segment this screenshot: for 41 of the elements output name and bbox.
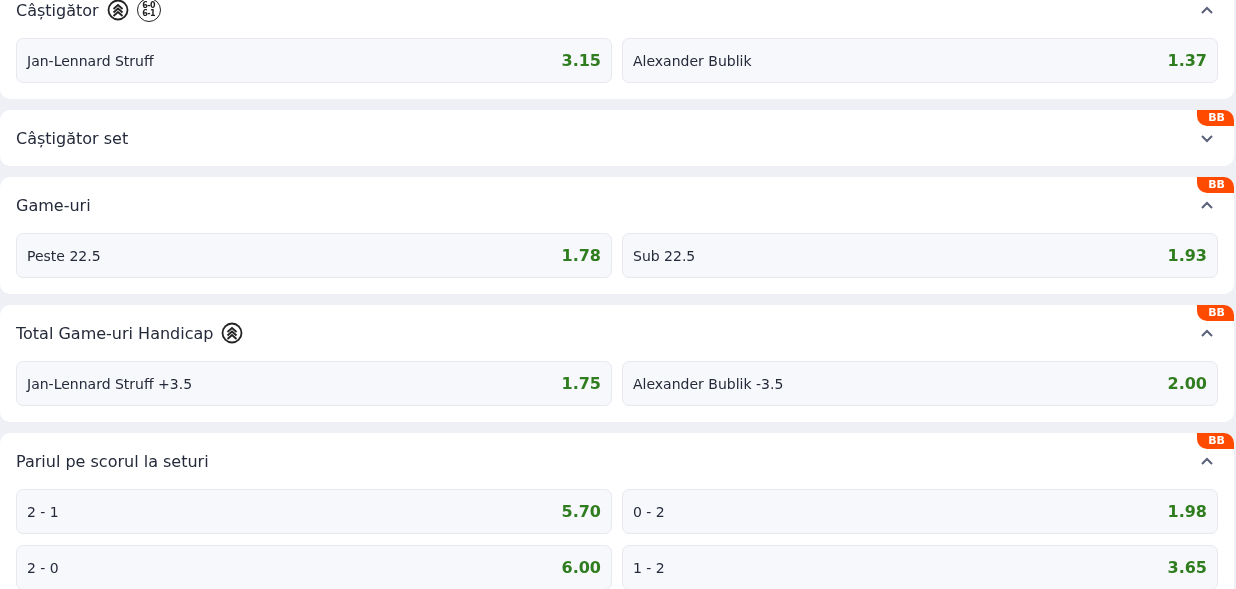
odds-value: 3.15	[561, 51, 601, 70]
odds-value: 6.00	[561, 558, 601, 577]
odds-value: 1.75	[561, 374, 601, 393]
odds-button[interactable]: 0 - 2 1.98	[622, 489, 1218, 534]
market-title: Câștigător	[16, 0, 99, 20]
odds-value: 1.93	[1167, 246, 1207, 265]
selection-label: 2 - 0	[27, 559, 59, 576]
bet-builder-badge: BB	[1197, 177, 1234, 193]
selection-label: 0 - 2	[633, 503, 665, 520]
odds-button[interactable]: Alexander Bublik -3.5 2.00	[622, 361, 1218, 406]
boost-icon	[106, 0, 129, 21]
selection-label: 1 - 2	[633, 559, 665, 576]
selection-label: Alexander Bublik -3.5	[633, 375, 784, 392]
market-title: Câștigător set	[16, 128, 129, 148]
odds-button[interactable]: 1 - 2 3.65	[622, 545, 1218, 589]
selection-label: 2 - 1	[27, 503, 59, 520]
odds-value: 1.78	[561, 246, 601, 265]
odds-value: 1.98	[1167, 502, 1207, 521]
selection-label: Alexander Bublik	[633, 52, 752, 69]
bet-builder-badge: BB	[1197, 433, 1234, 449]
odds-value: 3.65	[1167, 558, 1207, 577]
odds-value: 1.37	[1167, 51, 1207, 70]
odds-value: 2.00	[1167, 374, 1207, 393]
market-title: Total Game-uri Handicap	[16, 323, 214, 343]
odds-value: 5.70	[561, 502, 601, 521]
bet-builder-badge: BB	[1197, 110, 1234, 126]
boost-icon	[221, 322, 244, 344]
odds-button[interactable]: 2 - 1 5.70	[16, 489, 612, 534]
selection-label: Peste 22.5	[27, 247, 101, 264]
odds-button[interactable]: 2 - 0 6.00	[16, 545, 612, 589]
selection-label: Sub 22.5	[633, 247, 696, 264]
odds-button[interactable]: Alexander Bublik 1.37	[622, 38, 1218, 83]
market-title: Game-uri	[16, 195, 91, 215]
odds-button[interactable]: Jan-Lennard Struff 3.15	[16, 38, 612, 83]
odds-button[interactable]: Jan-Lennard Struff +3.5 1.75	[16, 361, 612, 406]
market-title: Pariul pe scorul la seturi	[16, 451, 209, 471]
selection-label: Jan-Lennard Struff	[27, 52, 154, 69]
bet-builder-badge: BB	[1197, 305, 1234, 321]
odds-button[interactable]: Peste 22.5 1.78	[16, 233, 612, 278]
odds-button[interactable]: Sub 22.5 1.93	[622, 233, 1218, 278]
selection-label: Jan-Lennard Struff +3.5	[27, 375, 193, 392]
